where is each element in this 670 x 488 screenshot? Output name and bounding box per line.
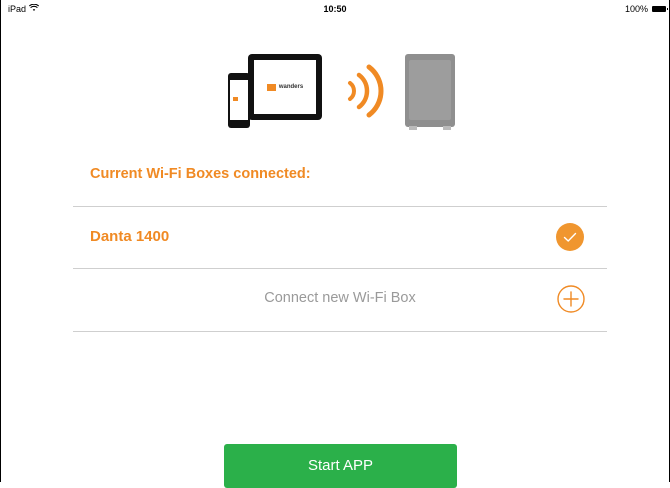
connected-box-row[interactable]: Danta 1400 — [73, 206, 607, 268]
connect-new-box-row[interactable]: Connect new Wi-Fi Box — [73, 268, 607, 330]
phone-logo-icon — [233, 97, 238, 101]
brand-logo: wanders — [266, 83, 304, 91]
brand-name: wanders — [278, 84, 304, 90]
phone-illustration — [228, 73, 250, 128]
check-icon[interactable] — [556, 223, 584, 251]
divider — [73, 331, 607, 332]
add-circle-icon[interactable] — [556, 284, 586, 314]
box-name: Danta 1400 — [90, 228, 170, 245]
hero-illustration: wanders — [0, 0, 670, 140]
tablet-illustration: wanders — [248, 54, 322, 120]
wifi-box-illustration — [405, 54, 455, 130]
connect-new-label: Connect new Wi-Fi Box — [264, 290, 416, 306]
wireless-signal-icon — [348, 64, 384, 118]
brand-logo-icon — [266, 83, 276, 91]
section-title: Current Wi-Fi Boxes connected: — [90, 166, 311, 182]
start-app-button[interactable]: Start APP — [224, 444, 457, 488]
